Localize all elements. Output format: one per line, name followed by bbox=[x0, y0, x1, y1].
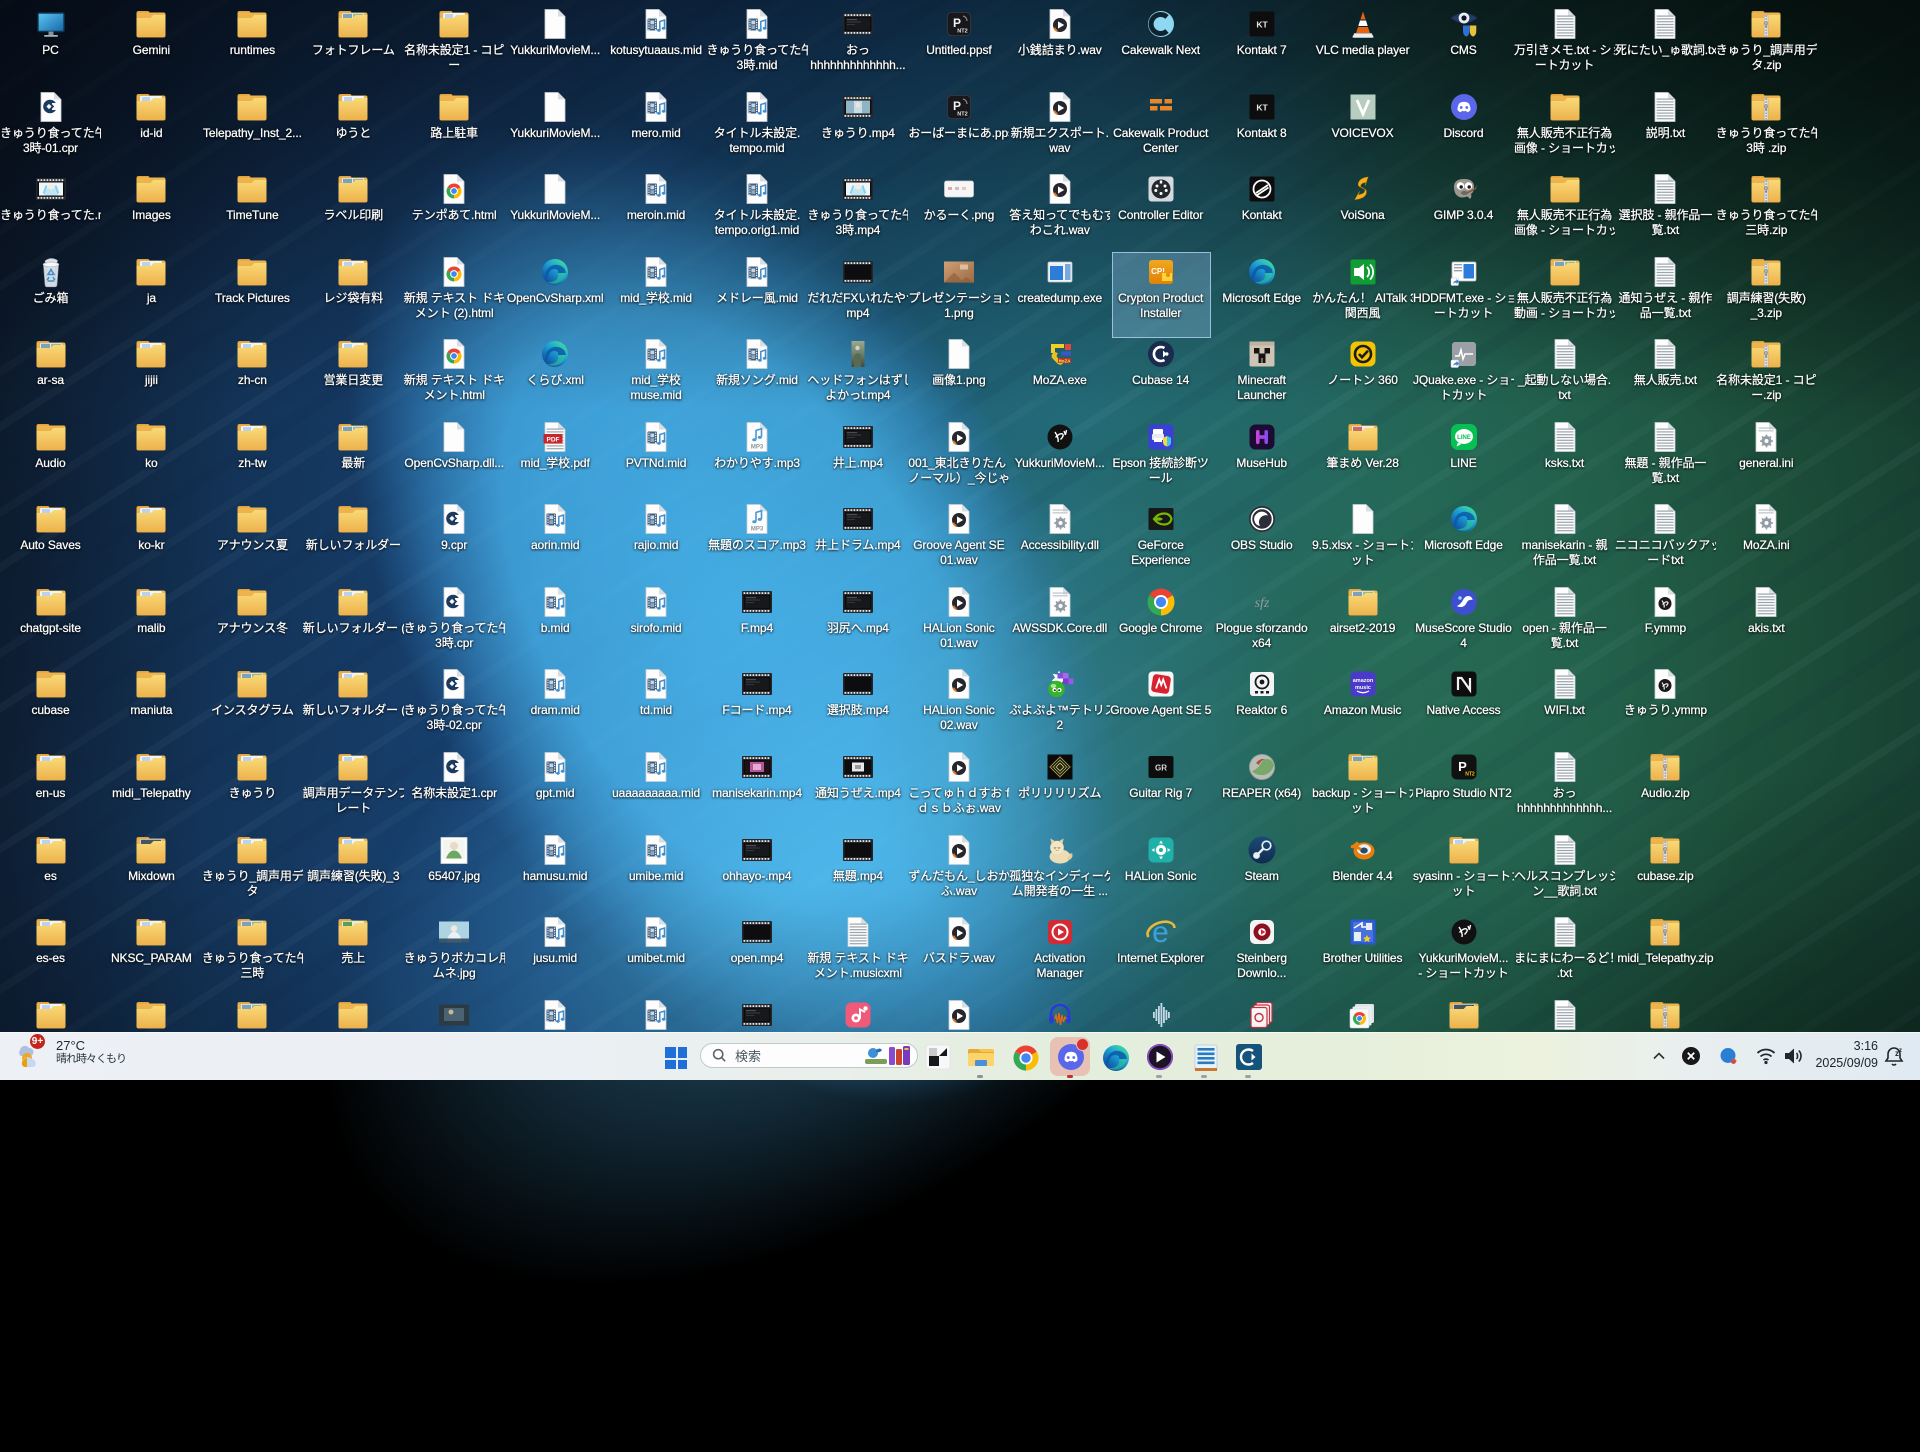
svg-text:music: music bbox=[1355, 685, 1371, 691]
svg-text:MoZA: MoZA bbox=[1059, 358, 1071, 364]
svg-text:amazon: amazon bbox=[1352, 678, 1373, 684]
svg-text:sfz: sfz bbox=[1254, 596, 1269, 611]
svg-text:PDF: PDF bbox=[547, 436, 560, 443]
svg-text:MP3: MP3 bbox=[751, 444, 764, 450]
svg-text:NT2: NT2 bbox=[1465, 771, 1475, 777]
svg-text:NT2: NT2 bbox=[957, 111, 967, 117]
svg-text:GR: GR bbox=[1155, 763, 1167, 772]
svg-text:z: z bbox=[1899, 1048, 1902, 1054]
svg-text:KT: KT bbox=[1256, 20, 1268, 30]
svg-text:MP3: MP3 bbox=[751, 527, 764, 533]
svg-text:NT2: NT2 bbox=[957, 29, 967, 35]
svg-text:KT: KT bbox=[1256, 102, 1268, 112]
svg-text:LINE: LINE bbox=[1457, 435, 1471, 441]
